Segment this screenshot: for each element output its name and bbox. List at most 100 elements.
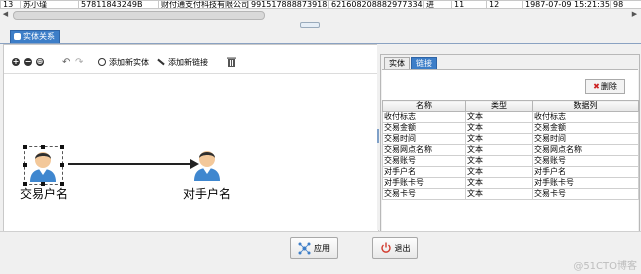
table-cell[interactable]: 对手户名 [533, 167, 639, 178]
entity-node-label: 交易户名 [14, 185, 74, 202]
undo-button[interactable]: ↶ [62, 57, 70, 67]
table-cell[interactable]: 交易时间 [383, 134, 466, 145]
horizontal-splitter[interactable] [0, 21, 641, 28]
network-icon [298, 242, 311, 255]
table-cell[interactable]: 收付标志 [383, 112, 466, 123]
attribute-table: 名称 类型 数据列 收付标志文本收付标志交易金额文本交易金额交易时间文本交易时间… [382, 100, 639, 200]
table-cell[interactable]: 交易时间 [533, 134, 639, 145]
table-cell[interactable]: 文本 [466, 112, 533, 123]
column-header[interactable]: 类型 [466, 101, 533, 112]
table-cell[interactable]: 交易账号 [383, 156, 466, 167]
zoom-in-button[interactable]: + [12, 57, 20, 67]
table-cell[interactable]: 收付标志 [533, 112, 639, 123]
tab-link[interactable]: 链接 [411, 57, 437, 69]
bottom-bar: 应用 退出 @51CTO博客 [0, 231, 641, 274]
table-cell[interactable]: 对手账卡号 [383, 178, 466, 189]
table-row[interactable]: 交易卡号文本交易卡号 [383, 189, 639, 200]
add-entity-button[interactable]: 添加新实体 [98, 57, 149, 67]
add-entity-label: 添加新实体 [109, 57, 149, 68]
apply-label: 应用 [314, 243, 330, 254]
relation-edge[interactable] [68, 163, 192, 165]
circle-icon [98, 58, 106, 66]
table-cell: 98 [611, 1, 641, 9]
table-cell: 6216082088829773344 [329, 1, 424, 9]
table-cell: 1987-07-09 15:21:35 [523, 1, 611, 9]
properties-tabs: 实体 链接 [384, 57, 438, 69]
table-cell: 进 [424, 1, 452, 9]
delete-label: 删除 [601, 82, 617, 91]
tab-bar: 实体关系 [0, 28, 641, 44]
trash-icon [227, 57, 236, 67]
apply-button[interactable]: 应用 [290, 237, 338, 259]
table-cell[interactable]: 交易金额 [533, 123, 639, 134]
table-row[interactable]: 对手户名文本对手户名 [383, 167, 639, 178]
node-label: 交易户名 [20, 187, 68, 201]
table-cell[interactable]: 对手账卡号 [533, 178, 639, 189]
power-icon [380, 242, 392, 254]
delete-icon: ✖ [593, 82, 600, 91]
column-header[interactable]: 数据列 [533, 101, 639, 112]
table-cell[interactable]: 对手户名 [383, 167, 466, 178]
scroll-right-icon[interactable]: ▶ [630, 10, 639, 19]
fit-icon: ⊕ [36, 58, 44, 66]
table-cell: 财付通支付科技有限公司 [159, 1, 249, 9]
scrollbar-thumb[interactable] [13, 11, 265, 20]
tab-entity-relation[interactable]: 实体关系 [10, 30, 60, 43]
minus-icon: − [24, 58, 32, 66]
fit-button[interactable]: ⊕ [36, 57, 44, 67]
entity-node[interactable] [26, 148, 60, 185]
tab-entity[interactable]: 实体 [384, 57, 410, 69]
redo-button[interactable]: ↷ [75, 57, 83, 67]
table-cell: 9915178888739188 [249, 1, 329, 9]
row-index: 13 [1, 1, 21, 9]
plus-icon: + [12, 58, 20, 66]
tab-label: 实体关系 [23, 32, 55, 41]
add-link-label: 添加新链接 [168, 57, 208, 68]
table-row[interactable]: 对手账卡号文本对手账卡号 [383, 178, 639, 189]
watermark-text: @51CTO博客 [573, 257, 637, 272]
table-row[interactable]: 13 苏小瑾 57811843249B 财付通支付科技有限公司 99151788… [1, 1, 641, 9]
graph-canvas-panel[interactable]: + − ⊕ ↶ ↷ 添加新实体 添加新链接 交易户名 [3, 44, 379, 232]
table-cell[interactable]: 交易账号 [533, 156, 639, 167]
table-cell[interactable]: 文本 [466, 134, 533, 145]
table-cell[interactable]: 交易网点名称 [533, 145, 639, 156]
entity-node[interactable] [190, 147, 224, 184]
delete-button[interactable]: ✖删除 [585, 79, 625, 94]
delete-graph-button[interactable] [227, 57, 236, 67]
add-link-button[interactable]: 添加新链接 [157, 57, 208, 67]
table-cell[interactable]: 文本 [466, 189, 533, 200]
top-data-table: 13 苏小瑾 57811843249B 财付通支付科技有限公司 99151788… [0, 0, 641, 9]
table-cell: 苏小瑾 [21, 1, 79, 9]
line-icon [157, 59, 164, 66]
table-row[interactable]: 交易金额文本交易金额 [383, 123, 639, 134]
person-icon [190, 147, 224, 181]
column-header[interactable]: 名称 [383, 101, 466, 112]
properties-content: ✖删除 名称 类型 数据列 收付标志文本收付标志交易金额文本交易金额交易时间文本… [382, 69, 638, 231]
table-row[interactable]: 交易账号文本交易账号 [383, 156, 639, 167]
zoom-out-button[interactable]: − [24, 57, 32, 67]
splitter-handle[interactable] [377, 129, 379, 143]
table-cell[interactable]: 交易卡号 [383, 189, 466, 200]
table-row[interactable]: 交易时间文本交易时间 [383, 134, 639, 145]
exit-button[interactable]: 退出 [372, 237, 418, 259]
table-cell[interactable]: 文本 [466, 123, 533, 134]
table-cell[interactable]: 交易金额 [383, 123, 466, 134]
properties-panel: 实体 链接 ✖删除 名称 类型 数据列 收付标志文本收付标志交易金额文本交易金额… [380, 54, 640, 232]
table-cell: 11 [452, 1, 487, 9]
graph-toolbar: + − ⊕ ↶ ↷ 添加新实体 添加新链接 [4, 53, 378, 69]
node-label: 对手户名 [183, 187, 231, 201]
table-row[interactable]: 交易网点名称文本交易网点名称 [383, 145, 639, 156]
table-cell[interactable]: 文本 [466, 178, 533, 189]
scroll-left-icon[interactable]: ◀ [1, 10, 10, 19]
table-cell[interactable]: 交易网点名称 [383, 145, 466, 156]
table-cell[interactable]: 文本 [466, 167, 533, 178]
table-cell: 57811843249B [79, 1, 159, 9]
table-cell[interactable]: 文本 [466, 156, 533, 167]
table-cell[interactable]: 交易卡号 [533, 189, 639, 200]
exit-label: 退出 [395, 243, 411, 254]
undo-icon: ↶ [62, 57, 70, 68]
table-cell[interactable]: 文本 [466, 145, 533, 156]
table-row[interactable]: 收付标志文本收付标志 [383, 112, 639, 123]
relation-icon [14, 33, 21, 40]
table-cell: 12 [487, 1, 523, 9]
